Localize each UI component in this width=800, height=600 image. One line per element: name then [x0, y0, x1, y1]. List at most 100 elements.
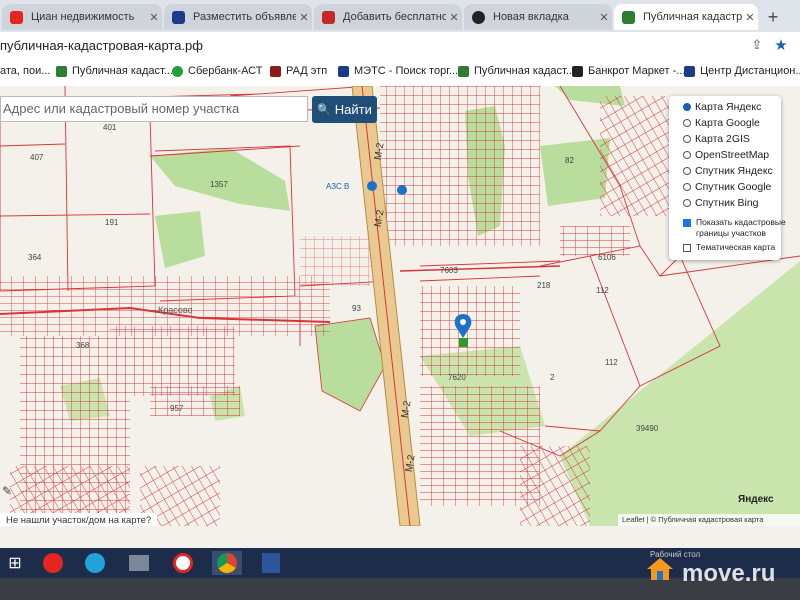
- layer-option-google-map[interactable]: Карта Google: [683, 117, 760, 129]
- layer-option-osm[interactable]: OpenStreetMap: [683, 149, 769, 161]
- taskbar-files[interactable]: [124, 551, 154, 575]
- yandex-app-icon: [43, 553, 63, 573]
- bookmark-item[interactable]: Центр Дистанцион...: [684, 65, 800, 77]
- gas-station-icon[interactable]: [397, 185, 407, 195]
- bookmark-item[interactable]: Банкрот Маркет -...: [572, 65, 685, 77]
- url-field[interactable]: публичная-кадастровая-карта.рф: [0, 38, 203, 53]
- parcel-grid: [150, 386, 240, 416]
- bookmark-item[interactable]: Публичная кадаст...: [458, 65, 575, 77]
- road: [399, 265, 561, 272]
- parcel-label: 1357: [210, 180, 228, 189]
- taskbar-chrome[interactable]: [212, 551, 242, 575]
- file-manager-icon: [129, 555, 149, 571]
- site-favicon-icon: [172, 10, 185, 24]
- parcel-label: 112: [596, 286, 609, 295]
- tab-add-free[interactable]: Добавить бесплатное ✕: [314, 4, 462, 30]
- parcel-label: 93: [352, 304, 361, 313]
- gas-station-icon[interactable]: [367, 181, 377, 191]
- parcel-label: 2: [550, 373, 555, 382]
- parcel-label: 39490: [636, 424, 659, 433]
- chrome-icon: [217, 553, 237, 573]
- mets-icon: [338, 65, 349, 77]
- parcel-label: 7620: [448, 373, 466, 382]
- os-taskbar: ⊞ Рабочий стол: [0, 548, 800, 578]
- radio-icon: [683, 151, 691, 159]
- taskbar-yandex-app[interactable]: [38, 551, 68, 575]
- map-attribution[interactable]: Leaflet | © Публичная кадастровая карта: [618, 514, 800, 526]
- forest-area: [560, 261, 800, 526]
- windows-logo-icon: ⊞: [8, 555, 22, 572]
- rad-icon: [270, 65, 281, 77]
- bookmark-item[interactable]: МЭТС - Поиск торг...: [338, 65, 458, 77]
- close-icon[interactable]: ✕: [146, 11, 162, 24]
- parcel-grid: [420, 286, 520, 376]
- not-found-link[interactable]: Не нашли участок/дом на карте?: [0, 513, 158, 526]
- map-pin-icon: [458, 65, 469, 77]
- layer-option-bing-satellite[interactable]: Спутник Bing: [683, 197, 759, 209]
- close-icon[interactable]: ✕: [446, 11, 462, 24]
- bookmark-item[interactable]: Сбербанк-АСТ: [172, 65, 262, 77]
- radio-selected-icon: [683, 103, 691, 111]
- layer-option-yandex-map[interactable]: Карта Яндекс: [683, 101, 761, 113]
- close-icon[interactable]: ✕: [596, 11, 612, 24]
- parcel-label: 407: [30, 153, 44, 162]
- bookmark-star-icon[interactable]: ★: [772, 36, 790, 54]
- radio-icon: [683, 135, 691, 143]
- yandex-logo: Яндекс: [738, 494, 774, 505]
- poi-label: АЗС В: [326, 182, 350, 191]
- parcel-grid: [300, 236, 370, 286]
- address-bar: публичная-кадастровая-карта.рф ⇪ ★: [0, 32, 800, 60]
- search-input[interactable]: Адрес или кадастровый номер участка: [0, 96, 308, 122]
- tab-cadastral-map[interactable]: Публичная кадастровая ✕: [614, 4, 758, 30]
- layers-panel: Карта Яндекс Карта Google Карта 2GIS Ope…: [669, 96, 786, 260]
- word-icon: [262, 553, 280, 573]
- taskbar-word[interactable]: [256, 551, 286, 575]
- checkbox-icon: [683, 243, 691, 252]
- parcel-grid: [380, 86, 540, 246]
- share-icon[interactable]: ⇪: [748, 37, 766, 55]
- checkbox-checked-icon: [683, 219, 691, 227]
- house-logo-icon: [645, 556, 675, 587]
- tab-cian[interactable]: Циан недвижимость ✕: [2, 4, 162, 30]
- thematic-map-checkbox[interactable]: Тематическая карта: [683, 242, 775, 253]
- start-button[interactable]: ⊞: [0, 551, 30, 575]
- search-icon: 🔍: [317, 104, 331, 116]
- sber-icon: [172, 65, 183, 77]
- parcel-label: 368: [76, 341, 90, 350]
- parcel-label: 112: [605, 358, 618, 367]
- taskbar-edge[interactable]: [80, 551, 110, 575]
- tab-new-tab[interactable]: Новая вкладка ✕: [464, 4, 612, 30]
- close-icon[interactable]: ✕: [296, 11, 312, 24]
- new-tab-favicon-icon: [472, 10, 485, 24]
- settlement-label: Красово: [158, 305, 193, 315]
- new-tab-button[interactable]: +: [762, 6, 784, 28]
- bookmarks-bar: ата, пои... Публичная кадаст... Сбербанк…: [0, 60, 800, 87]
- parcel-grid: [520, 446, 590, 526]
- layer-option-yandex-satellite[interactable]: Спутник Яндекс: [683, 165, 773, 177]
- watermark-text: move.ru: [682, 560, 776, 587]
- close-icon[interactable]: ✕: [742, 11, 758, 24]
- radio-icon: [683, 183, 691, 191]
- parcel-grid: [600, 96, 670, 216]
- layer-option-2gis-map[interactable]: Карта 2GIS: [683, 133, 750, 145]
- edit-pencil-icon[interactable]: ✎: [2, 484, 16, 498]
- taskbar-yandex-browser[interactable]: [168, 551, 198, 575]
- tab-post-ad[interactable]: Разместить объявление ✕: [164, 4, 312, 30]
- bookmark-item[interactable]: ата, пои...: [0, 65, 50, 77]
- bookmark-item[interactable]: РАД этп: [270, 65, 327, 77]
- parcel-label: 364: [28, 253, 42, 262]
- parcel-label: 82: [565, 156, 574, 165]
- map-pin-icon: [56, 65, 67, 77]
- layer-option-google-satellite[interactable]: Спутник Google: [683, 181, 771, 193]
- parcel-label: 191: [105, 218, 119, 227]
- bookmark-item[interactable]: Публичная кадаст...: [56, 65, 173, 77]
- find-button[interactable]: 🔍 Найти: [312, 96, 377, 123]
- forest-area: [540, 138, 610, 206]
- bookmark-icon: [572, 65, 583, 77]
- yandex-favicon-icon: [10, 10, 23, 24]
- cadastral-map[interactable]: 401 407 1357 191 364 368 957 82 218 112 …: [0, 86, 800, 526]
- radio-icon: [683, 199, 691, 207]
- show-cadastre-checkbox[interactable]: Показать кадастровые границы участков: [683, 217, 786, 239]
- tab-strip: Циан недвижимость ✕ Разместить объявлени…: [0, 0, 800, 32]
- edge-icon: [85, 553, 105, 573]
